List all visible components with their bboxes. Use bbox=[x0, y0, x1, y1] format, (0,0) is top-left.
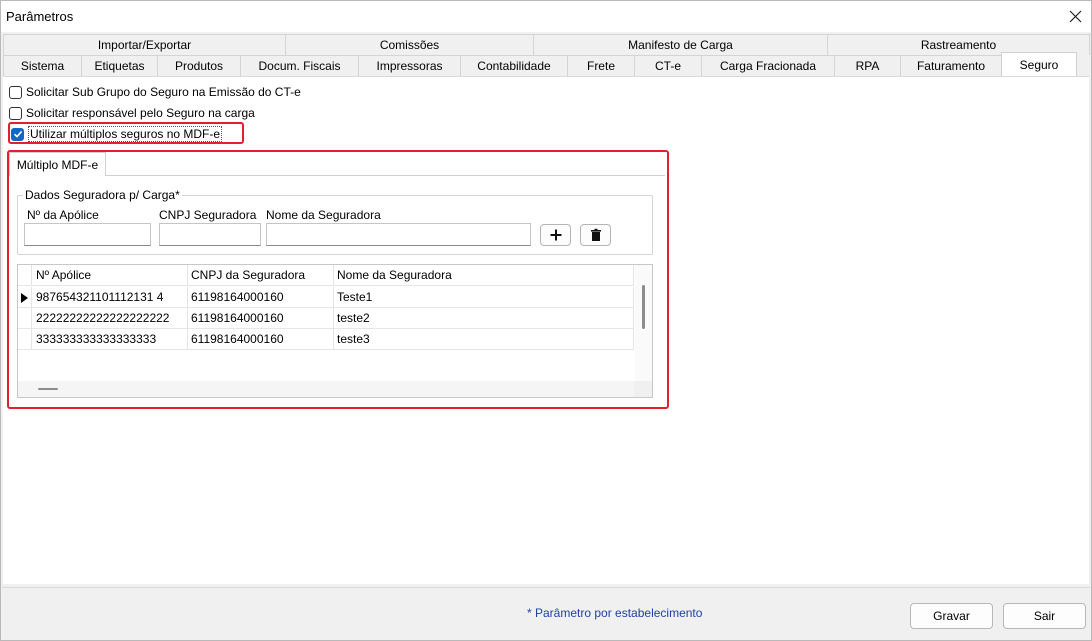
parametros-window: Parâmetros Importar/Exportar Comissões M… bbox=[0, 0, 1092, 641]
tab-carga-fracionada[interactable]: Carga Fracionada bbox=[701, 55, 835, 76]
checkbox-box[interactable] bbox=[9, 85, 22, 99]
tab-label: Múltiplo MDF-e bbox=[16, 157, 99, 172]
checkbox-label: Solicitar Sub Grupo do Seguro na Emissão… bbox=[26, 85, 301, 99]
tab-label: Docum. Fiscais bbox=[258, 59, 341, 73]
tab-label: Contabilidade bbox=[477, 59, 551, 73]
tab-docum-fiscais[interactable]: Docum. Fiscais bbox=[240, 55, 359, 76]
tab-contabilidade[interactable]: Contabilidade bbox=[460, 55, 568, 76]
tab-row-1: Importar/Exportar Comissões Manifesto de… bbox=[3, 34, 1090, 55]
tab-label: Produtos bbox=[174, 59, 224, 73]
tab-label: CT-e bbox=[654, 59, 681, 73]
tab-label: Impressoras bbox=[376, 59, 443, 73]
tab-row-2: Sistema Etiquetas Produtos Docum. Fiscai… bbox=[3, 52, 1077, 76]
tab-label: RPA bbox=[855, 59, 880, 73]
gravar-button-label: Gravar bbox=[933, 609, 970, 623]
tab-label: Frete bbox=[586, 59, 615, 73]
tab-label: Etiquetas bbox=[94, 59, 145, 73]
tab-label: Manifesto de Carga bbox=[628, 38, 733, 52]
gravar-button[interactable]: Gravar bbox=[910, 603, 993, 629]
tab-seguro[interactable]: Seguro bbox=[1001, 52, 1077, 76]
tab-sistema[interactable]: Sistema bbox=[3, 55, 82, 76]
sair-button[interactable]: Sair bbox=[1003, 603, 1086, 629]
tab-importar-exportar[interactable]: Importar/Exportar bbox=[3, 34, 286, 55]
tab-label: Rastreamento bbox=[920, 38, 997, 52]
highlight-box-multiplo-mdf-e bbox=[7, 150, 669, 409]
tab-frete[interactable]: Frete bbox=[567, 55, 635, 76]
title-bar: Parâmetros bbox=[1, 1, 1091, 32]
close-icon bbox=[1069, 10, 1081, 22]
tab-produtos[interactable]: Produtos bbox=[157, 55, 241, 76]
tab-label: Faturamento bbox=[916, 59, 986, 73]
checkbox-label: Solicitar responsável pelo Seguro na car… bbox=[26, 106, 255, 120]
tab-label: Sistema bbox=[20, 59, 65, 73]
highlight-box-checkbox bbox=[8, 122, 244, 144]
tab-label: Carga Fracionada bbox=[719, 59, 817, 73]
tab-ct-e[interactable]: CT-e bbox=[634, 55, 702, 76]
tab-multiplo-mdf-e[interactable]: Múltiplo MDF-e bbox=[9, 152, 106, 176]
tab-manifesto-de-carga[interactable]: Manifesto de Carga bbox=[533, 34, 828, 55]
tab-impressoras[interactable]: Impressoras bbox=[358, 55, 461, 76]
close-button[interactable] bbox=[1063, 5, 1087, 27]
tab-etiquetas[interactable]: Etiquetas bbox=[81, 55, 158, 76]
tab-label: Comissões bbox=[379, 38, 440, 52]
tab-comissoes[interactable]: Comissões bbox=[285, 34, 534, 55]
footnote-text: * Parâmetro por estabelecimento bbox=[527, 606, 703, 620]
tab-faturamento[interactable]: Faturamento bbox=[900, 55, 1002, 76]
tab-label: Seguro bbox=[1019, 57, 1059, 72]
checkbox-responsavel-seguro[interactable]: Solicitar responsável pelo Seguro na car… bbox=[9, 106, 255, 120]
sair-button-label: Sair bbox=[1033, 609, 1056, 623]
window-title: Parâmetros bbox=[6, 9, 74, 24]
tab-label: Importar/Exportar bbox=[97, 38, 192, 52]
checkbox-box[interactable] bbox=[9, 106, 22, 120]
checkbox-sub-grupo-seguro[interactable]: Solicitar Sub Grupo do Seguro na Emissão… bbox=[9, 85, 301, 99]
tab-rpa[interactable]: RPA bbox=[834, 55, 901, 76]
